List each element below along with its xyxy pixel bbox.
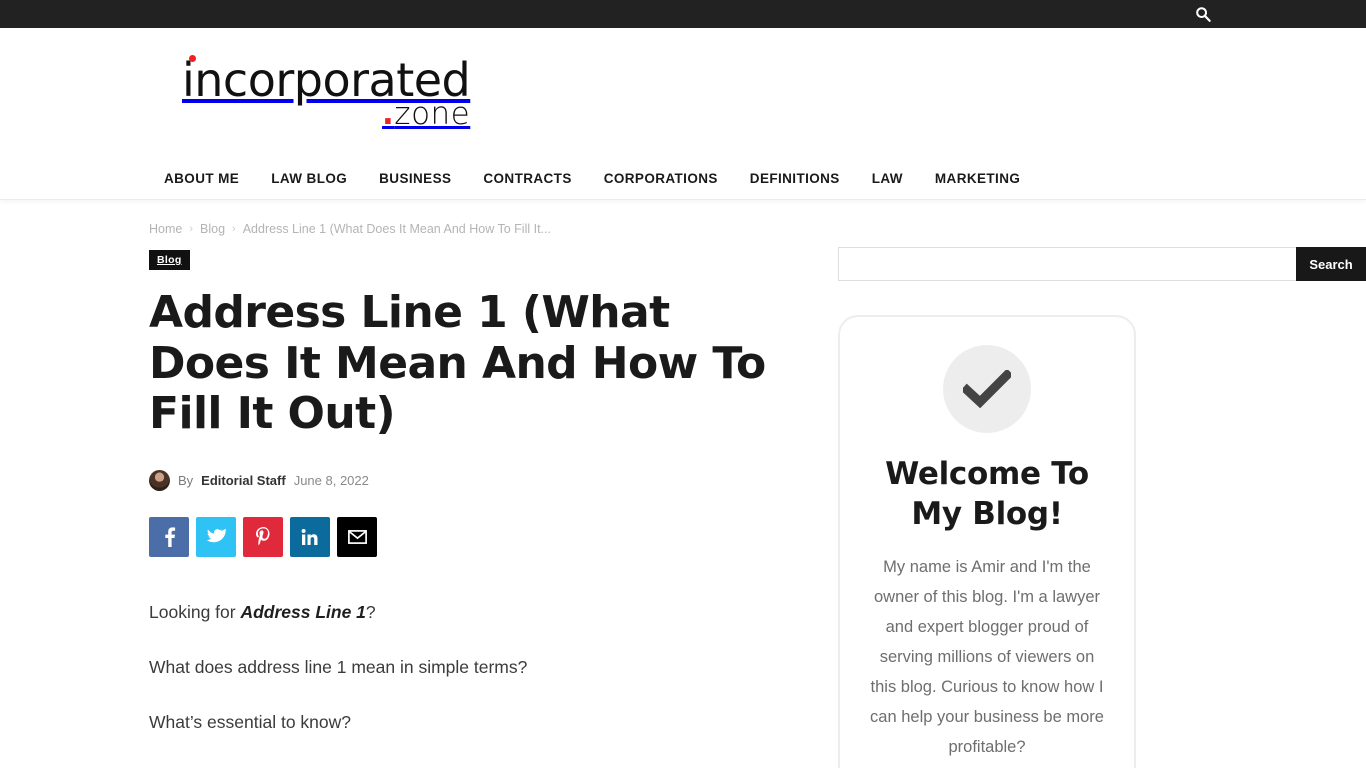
- linkedin-icon: [301, 528, 318, 545]
- share-pinterest-button[interactable]: [243, 516, 283, 557]
- twitter-icon: [206, 528, 226, 543]
- byline-date: June 8, 2022: [293, 472, 369, 488]
- top-utility-bar: [0, 0, 1366, 28]
- page-title: Address Line 1 (What Does It Mean And Ho…: [149, 287, 766, 440]
- paragraph-1: Looking for Address Line 1?: [149, 599, 770, 626]
- social-share-row: [149, 516, 770, 557]
- check-icon: [943, 345, 1031, 433]
- category-badge-blog[interactable]: Blog: [149, 250, 190, 270]
- share-email-button[interactable]: [337, 516, 377, 557]
- welcome-body: My name is Amir and I'm the owner of thi…: [870, 558, 1104, 757]
- breadcrumb-current: Address Line 1 (What Does It Mean And Ho…: [242, 222, 551, 236]
- site-masthead: incorporated .zone: [0, 28, 1366, 158]
- search-icon[interactable]: [1195, 6, 1211, 22]
- share-twitter-button[interactable]: [196, 516, 236, 557]
- logo-red-dot-icon: [189, 54, 196, 62]
- site-logo[interactable]: incorporated .zone: [182, 54, 471, 132]
- share-facebook-button[interactable]: [149, 516, 189, 557]
- logo-sub-word: zone: [394, 95, 471, 132]
- nav-item-definitions[interactable]: DEFINITIONS: [750, 171, 840, 186]
- sidebar: Search Welcome To My Blog! My name is Am…: [770, 222, 1366, 768]
- breadcrumb: Home › Blog › Address Line 1 (What Does …: [149, 222, 770, 236]
- page-body: Home › Blog › Address Line 1 (What Does …: [0, 200, 1366, 768]
- article-body: Looking for Address Line 1? What does ad…: [149, 599, 770, 736]
- paragraph-1-bold: Address Line 1: [240, 601, 366, 622]
- main-navigation: ABOUT ME LAW BLOG BUSINESS CONTRACTS COR…: [0, 158, 1366, 200]
- breadcrumb-home[interactable]: Home: [149, 222, 182, 236]
- avatar: [149, 469, 170, 491]
- paragraph-3: What’s essential to know?: [149, 712, 352, 733]
- breadcrumb-separator-icon-2: ›: [232, 223, 236, 235]
- welcome-title: Welcome To My Blog!: [885, 456, 1089, 532]
- nav-item-marketing[interactable]: MARKETING: [935, 171, 1020, 186]
- sidebar-search-widget: Search: [838, 247, 1366, 281]
- nav-item-corporations[interactable]: CORPORATIONS: [604, 171, 718, 186]
- breadcrumb-separator-icon: ›: [189, 223, 194, 235]
- logo-sub-dot: .: [382, 95, 395, 132]
- search-input[interactable]: [838, 247, 1296, 281]
- byline-author[interactable]: Editorial Staff: [201, 473, 286, 488]
- paragraph-2: What does address line 1 mean in simple …: [149, 656, 528, 677]
- envelope-icon: [347, 529, 367, 544]
- nav-item-about-me[interactable]: ABOUT ME: [164, 171, 239, 186]
- paragraph-1-pre: Looking for: [149, 601, 241, 622]
- byline-prefix: By: [178, 472, 194, 488]
- nav-item-business[interactable]: BUSINESS: [379, 171, 451, 186]
- pinterest-icon: [255, 527, 269, 546]
- welcome-widget: Welcome To My Blog! My name is Amir and …: [838, 315, 1136, 768]
- facebook-icon: [164, 527, 175, 547]
- article-column: Home › Blog › Address Line 1 (What Does …: [0, 222, 770, 768]
- breadcrumb-blog[interactable]: Blog: [200, 222, 225, 236]
- search-submit-button[interactable]: Search: [1296, 247, 1366, 281]
- byline: By Editorial Staff June 8, 2022: [149, 469, 770, 491]
- share-linkedin-button[interactable]: [290, 516, 330, 557]
- nav-item-law-blog[interactable]: LAW BLOG: [271, 171, 347, 186]
- paragraph-1-post: ?: [365, 601, 376, 622]
- nav-item-law[interactable]: LAW: [872, 171, 903, 186]
- nav-item-contracts[interactable]: CONTRACTS: [483, 171, 571, 186]
